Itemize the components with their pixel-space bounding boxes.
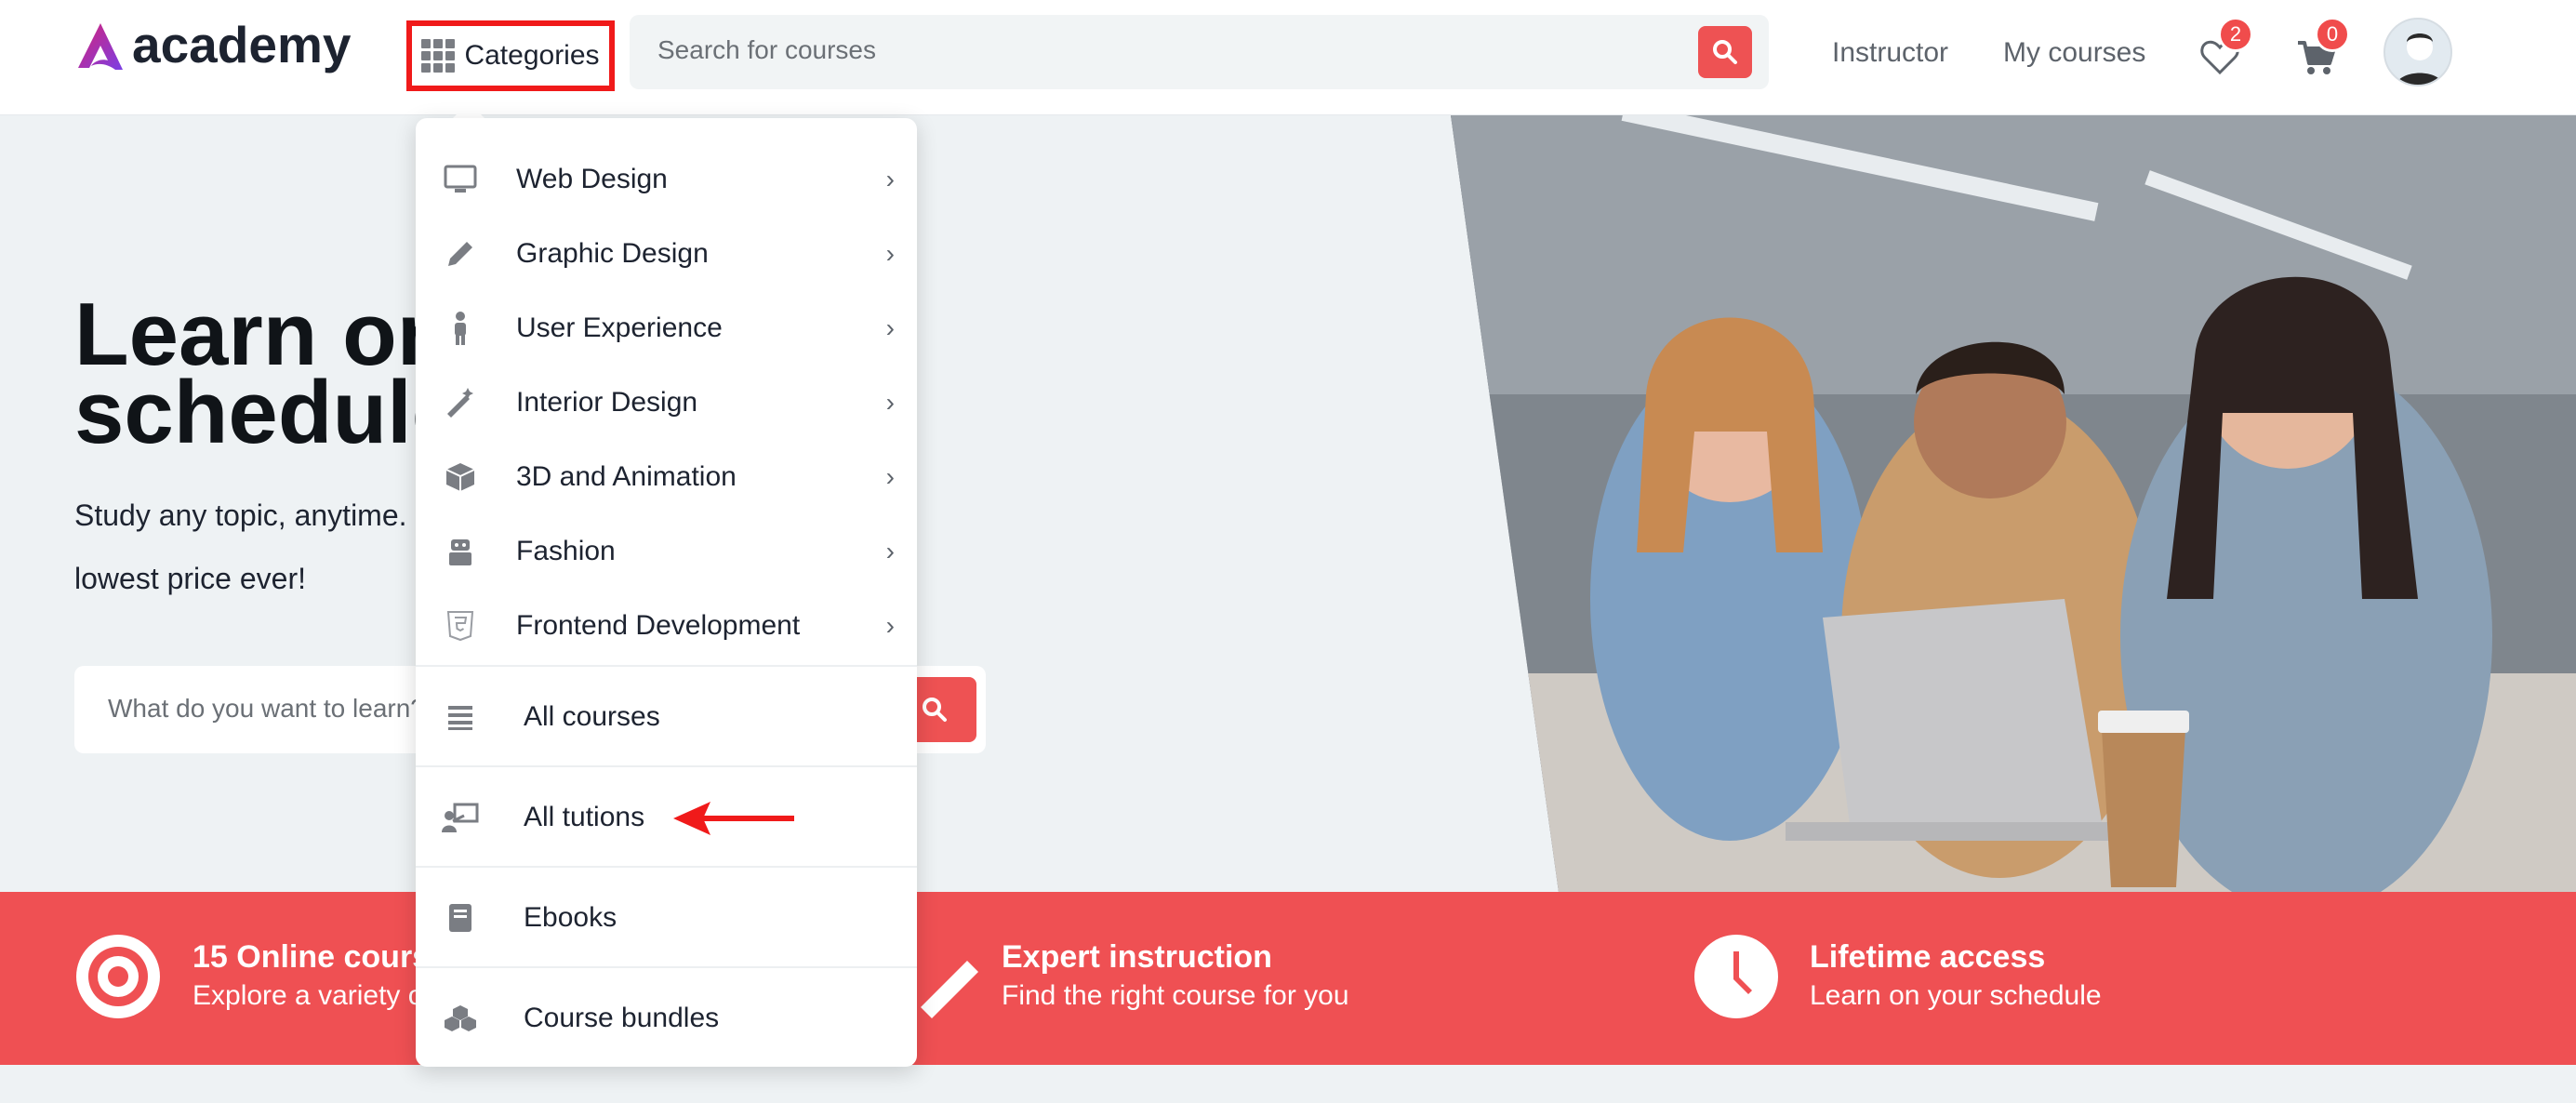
dropdown-divider — [416, 765, 917, 767]
category-label: Graphic Design — [516, 238, 709, 269]
magic-wand-icon — [442, 384, 479, 421]
monitor-icon — [442, 161, 479, 198]
all-tutions-label: All tutions — [524, 802, 645, 832]
hero-search-placeholder: What do you want to learn? — [108, 694, 425, 723]
pencil-icon — [442, 235, 479, 272]
all-courses-link[interactable]: All courses — [416, 689, 917, 745]
feature-2-subtitle: Find the right course for you — [1002, 980, 1349, 1011]
category-3d-animation[interactable]: 3D and Animation › — [416, 449, 917, 505]
instructor-link[interactable]: Instructor — [1832, 37, 1948, 69]
course-bundles-link[interactable]: Course bundles — [416, 990, 917, 1046]
user-avatar[interactable] — [2383, 18, 2452, 86]
chevron-right-icon: › — [885, 165, 895, 193]
html5-icon — [442, 607, 479, 645]
wishlist-count-badge: 2 — [2218, 17, 2253, 52]
all-courses-label: All courses — [524, 701, 660, 732]
all-tutions-link[interactable]: All tutions — [416, 790, 917, 845]
my-courses-link[interactable]: My courses — [2003, 37, 2145, 69]
red-arrow-annotation — [673, 802, 794, 835]
dropdown-caret — [452, 102, 485, 119]
academy-logo[interactable]: academy — [74, 16, 351, 74]
category-label: Frontend Development — [516, 610, 801, 641]
category-label: Fashion — [516, 536, 616, 566]
person-icon — [442, 310, 479, 347]
cube-icon — [442, 458, 479, 496]
chevron-right-icon: › — [885, 388, 895, 417]
chevron-right-icon: › — [885, 313, 895, 342]
category-label: Interior Design — [516, 387, 698, 418]
ebooks-link[interactable]: Ebooks — [416, 890, 917, 946]
dropdown-divider — [416, 665, 917, 667]
header-search-input[interactable]: Search for courses — [630, 15, 1769, 89]
dropdown-divider — [416, 966, 917, 968]
dropdown-divider — [416, 866, 917, 868]
book-icon — [442, 899, 479, 937]
category-frontend-development[interactable]: Frontend Development › — [416, 598, 917, 654]
ebooks-label: Ebooks — [524, 902, 617, 933]
user-avatar-image — [2396, 33, 2444, 85]
chevron-right-icon: › — [885, 462, 895, 491]
robot-icon — [442, 533, 479, 570]
categories-button[interactable]: Categories — [406, 20, 615, 91]
category-user-experience[interactable]: User Experience › — [416, 300, 917, 356]
top-navbar: academy Categories Search for courses In… — [0, 0, 2576, 115]
search-icon — [1713, 40, 1737, 64]
feature-3-subtitle: Learn on your schedule — [1810, 980, 2102, 1011]
category-graphic-design[interactable]: Graphic Design › — [416, 226, 917, 282]
clock-icon — [1694, 935, 1778, 1018]
category-fashion[interactable]: Fashion › — [416, 524, 917, 579]
category-web-design[interactable]: Web Design › — [416, 152, 917, 207]
search-icon — [923, 698, 947, 722]
teacher-board-icon — [442, 799, 479, 836]
chevron-right-icon: › — [885, 239, 895, 268]
features-band — [0, 892, 2576, 1065]
feature-3-title: Lifetime access — [1810, 939, 2046, 975]
logo-icon — [78, 23, 123, 70]
feature-2-title: Expert instruction — [1002, 939, 1272, 975]
list-icon — [442, 698, 479, 736]
category-label: Web Design — [516, 164, 668, 194]
hero-photo — [1451, 115, 2576, 892]
students-laptop-image — [1451, 115, 2576, 892]
category-interior-design[interactable]: Interior Design › — [416, 375, 917, 431]
course-bundles-label: Course bundles — [524, 1003, 720, 1033]
categories-label: Categories — [464, 40, 600, 71]
header-search-button[interactable] — [1698, 26, 1752, 78]
chevron-right-icon: › — [885, 537, 895, 565]
header-search-placeholder: Search for courses — [657, 35, 876, 64]
category-label: User Experience — [516, 312, 723, 343]
logo-text: academy — [132, 16, 352, 73]
target-icon — [76, 935, 160, 1018]
category-label: 3D and Animation — [516, 461, 737, 492]
grid-icon — [421, 39, 456, 73]
wishlist-button[interactable]: 2 — [2192, 17, 2253, 86]
cart-button[interactable]: 0 — [2289, 17, 2350, 86]
cubes-icon — [442, 1000, 479, 1037]
chevron-right-icon: › — [885, 611, 895, 640]
cart-count-badge: 0 — [2315, 17, 2350, 52]
